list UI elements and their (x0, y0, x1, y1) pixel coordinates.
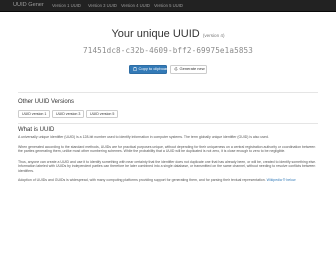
uuid-value[interactable]: 71451dc8-c32b-4609-bff2-69975e1a5853 (0, 46, 336, 55)
nav-link-version-5[interactable]: Version 5 UUID (154, 3, 183, 8)
page-title: Your unique UUID (version 4) (0, 28, 336, 40)
nav-link-version-3[interactable]: Version 3 UUID (88, 3, 117, 8)
clipboard-icon (133, 67, 137, 72)
section-divider (18, 123, 318, 124)
other-version-button-3[interactable]: UUID version 3 (52, 110, 85, 118)
generate-button-label: Generate new (179, 66, 205, 72)
nav-link-version-1[interactable]: Version 1 UUID (52, 3, 81, 8)
what-is-uuid-heading: What is UUID (18, 127, 55, 133)
other-version-button-5[interactable]: UUID version 5 (86, 110, 119, 118)
other-version-button-1[interactable]: UUID version 1 (18, 110, 51, 118)
copy-to-clipboard-button[interactable]: Copy to clipboard (129, 65, 170, 74)
refresh-icon (174, 67, 178, 71)
other-versions-heading: Other UUID Versions (18, 99, 75, 105)
generate-new-button[interactable]: Generate new (170, 65, 207, 74)
section-divider (18, 92, 318, 93)
what-is-paragraph: A universally unique identifier (UUID) i… (18, 135, 269, 139)
what-is-paragraph: Adoption of UUIDs and GUIDs is widesprea… (18, 178, 318, 182)
brand-link[interactable]: UUID Gener (13, 2, 44, 8)
what-is-paragraph: When generated according to the standard… (18, 145, 316, 154)
wikipedia-link[interactable]: Wikipedia ® below (267, 178, 296, 182)
version-note: (version 4) (202, 33, 225, 38)
top-navbar: UUID Gener Version 1 UUID Version 3 UUID… (0, 0, 336, 12)
nav-link-version-4[interactable]: Version 4 UUID (121, 3, 150, 8)
copy-button-label: Copy to clipboard (138, 66, 170, 72)
what-is-paragraph: Thus, anyone can create a UUID and use i… (18, 160, 317, 173)
page-title-text: Your unique UUID (111, 28, 200, 40)
what-is-paragraph-text: Adoption of UUIDs and GUIDs is widesprea… (18, 178, 266, 182)
